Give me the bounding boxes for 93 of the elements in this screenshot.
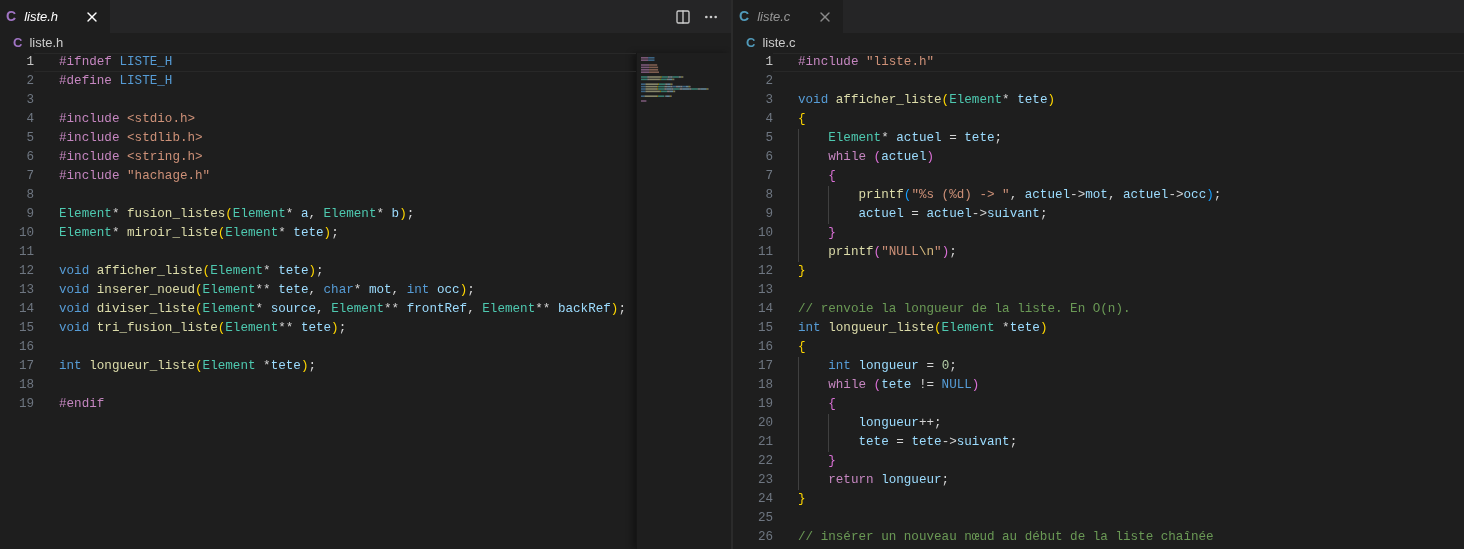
code-line: }	[798, 491, 806, 509]
line-number: 8	[764, 187, 773, 205]
line-number: 2	[764, 73, 773, 91]
line-number: 11	[17, 244, 34, 262]
code-line: tete = tete->suivant;	[857, 434, 1018, 452]
code-line: {	[798, 111, 806, 129]
c-file-icon: C	[739, 6, 750, 27]
line-number: 4	[25, 111, 34, 129]
line-number: 9	[25, 206, 34, 224]
line-number: 16	[17, 339, 34, 357]
code-line: longueur++;	[857, 415, 942, 433]
line-number: 17	[756, 358, 773, 376]
split-editor-icon[interactable]	[675, 8, 691, 25]
editor-tab[interactable]: C liste.h	[0, 0, 110, 33]
code-line: {	[827, 168, 836, 186]
line-number: 18	[756, 377, 773, 395]
line-number: 6	[764, 149, 773, 167]
line-number: 19	[17, 396, 34, 414]
code-line: #include <stdlib.h>	[59, 130, 203, 148]
code-line: void afficher_liste(Element* tete)	[798, 92, 1055, 110]
code-line: void diviser_liste(Element* source, Element** frontRef, Element** backRef);	[59, 301, 626, 319]
code-line: Element* fusion_listes(Element* a, Element* b);	[59, 206, 415, 224]
line-number: 15	[17, 320, 34, 338]
code-line: return longueur;	[827, 472, 950, 490]
line-number: 5	[764, 130, 773, 148]
line-number: 19	[756, 396, 773, 414]
code-line: printf("NULL\n");	[827, 244, 957, 262]
line-number: 14	[756, 301, 773, 319]
line-number: 1	[25, 54, 34, 72]
line-number: 10	[17, 225, 34, 243]
code-line: // insérer un nouveau nœud au début de la liste chaînée	[798, 529, 1214, 547]
line-number: 13	[756, 282, 773, 300]
line-number: 2	[25, 73, 34, 91]
code-line: }	[827, 453, 836, 471]
code-line: void tri_fusion_liste(Element** tete);	[59, 320, 347, 338]
line-number: 22	[756, 453, 773, 471]
line-number: 1	[764, 54, 773, 72]
code-line: }	[827, 225, 836, 243]
code-line: while (actuel)	[827, 149, 935, 167]
tab-label: liste.c	[757, 7, 791, 26]
line-number: 7	[25, 168, 34, 186]
code-line: #include "liste.h"	[798, 54, 935, 72]
line-number: 9	[764, 206, 773, 224]
line-number: 3	[764, 92, 773, 110]
code-line: #endif	[59, 396, 105, 414]
code-line: #define LISTE_H	[59, 73, 173, 91]
editor-tab[interactable]: C liste.c	[733, 0, 843, 33]
line-number: 14	[17, 301, 34, 319]
code-line: {	[798, 339, 806, 357]
line-number: 12	[17, 263, 34, 281]
code-line: void afficher_liste(Element* tete);	[59, 263, 324, 281]
line-number: 10	[756, 225, 773, 243]
code-line: #include <string.h>	[59, 149, 203, 167]
code-line: actuel = actuel->suivant;	[857, 206, 1048, 224]
code-line: void inserer_noeud(Element** tete, char* mot, int occ);	[59, 282, 475, 300]
code-line: printf("%s (%d) -> ", actuel->mot, actuel->occ);	[857, 187, 1222, 205]
code-line: #include <stdio.h>	[59, 111, 196, 129]
c-file-icon: C	[746, 33, 756, 53]
tab-label: liste.h	[24, 7, 59, 26]
code-line: {	[827, 396, 836, 414]
line-number: 6	[25, 149, 34, 167]
c-file-icon: C	[13, 33, 23, 53]
breadcrumb-item[interactable]: liste.c	[762, 33, 796, 53]
line-number: 12	[756, 263, 773, 281]
c-file-icon: C	[6, 6, 17, 27]
line-number: 17	[17, 358, 34, 376]
line-number: 8	[25, 187, 34, 205]
line-number: 7	[764, 168, 773, 186]
line-number: 4	[764, 111, 773, 129]
code-line: int longueur = 0;	[827, 358, 957, 376]
code-line: // renvoie la longueur de la liste. En O(n).	[798, 301, 1131, 319]
line-number: 11	[756, 244, 773, 262]
line-number: 16	[756, 339, 773, 357]
line-number: 13	[17, 282, 34, 300]
code-line: while (tete != NULL)	[827, 377, 980, 395]
line-number: 24	[756, 491, 773, 509]
code-line: }	[798, 263, 806, 281]
line-number: 20	[756, 415, 773, 433]
line-number: 18	[17, 377, 34, 395]
line-number: 15	[756, 320, 773, 338]
line-number: 26	[756, 529, 773, 547]
code-line: #include "hachage.h"	[59, 168, 211, 186]
line-number: 23	[756, 472, 773, 490]
code-line: #ifndef LISTE_H	[59, 54, 173, 72]
line-number: 25	[756, 510, 773, 528]
code-line: int longueur_liste(Element *tete)	[798, 320, 1048, 338]
code-line: Element* miroir_liste(Element* tete);	[59, 225, 339, 243]
line-number: 3	[25, 92, 34, 110]
breadcrumb-item[interactable]: liste.h	[29, 33, 64, 53]
line-number: 5	[25, 130, 34, 148]
code-line: Element* actuel = tete;	[827, 130, 1003, 148]
line-number: 21	[756, 434, 773, 452]
code-line: int longueur_liste(Element *tete);	[59, 358, 316, 376]
